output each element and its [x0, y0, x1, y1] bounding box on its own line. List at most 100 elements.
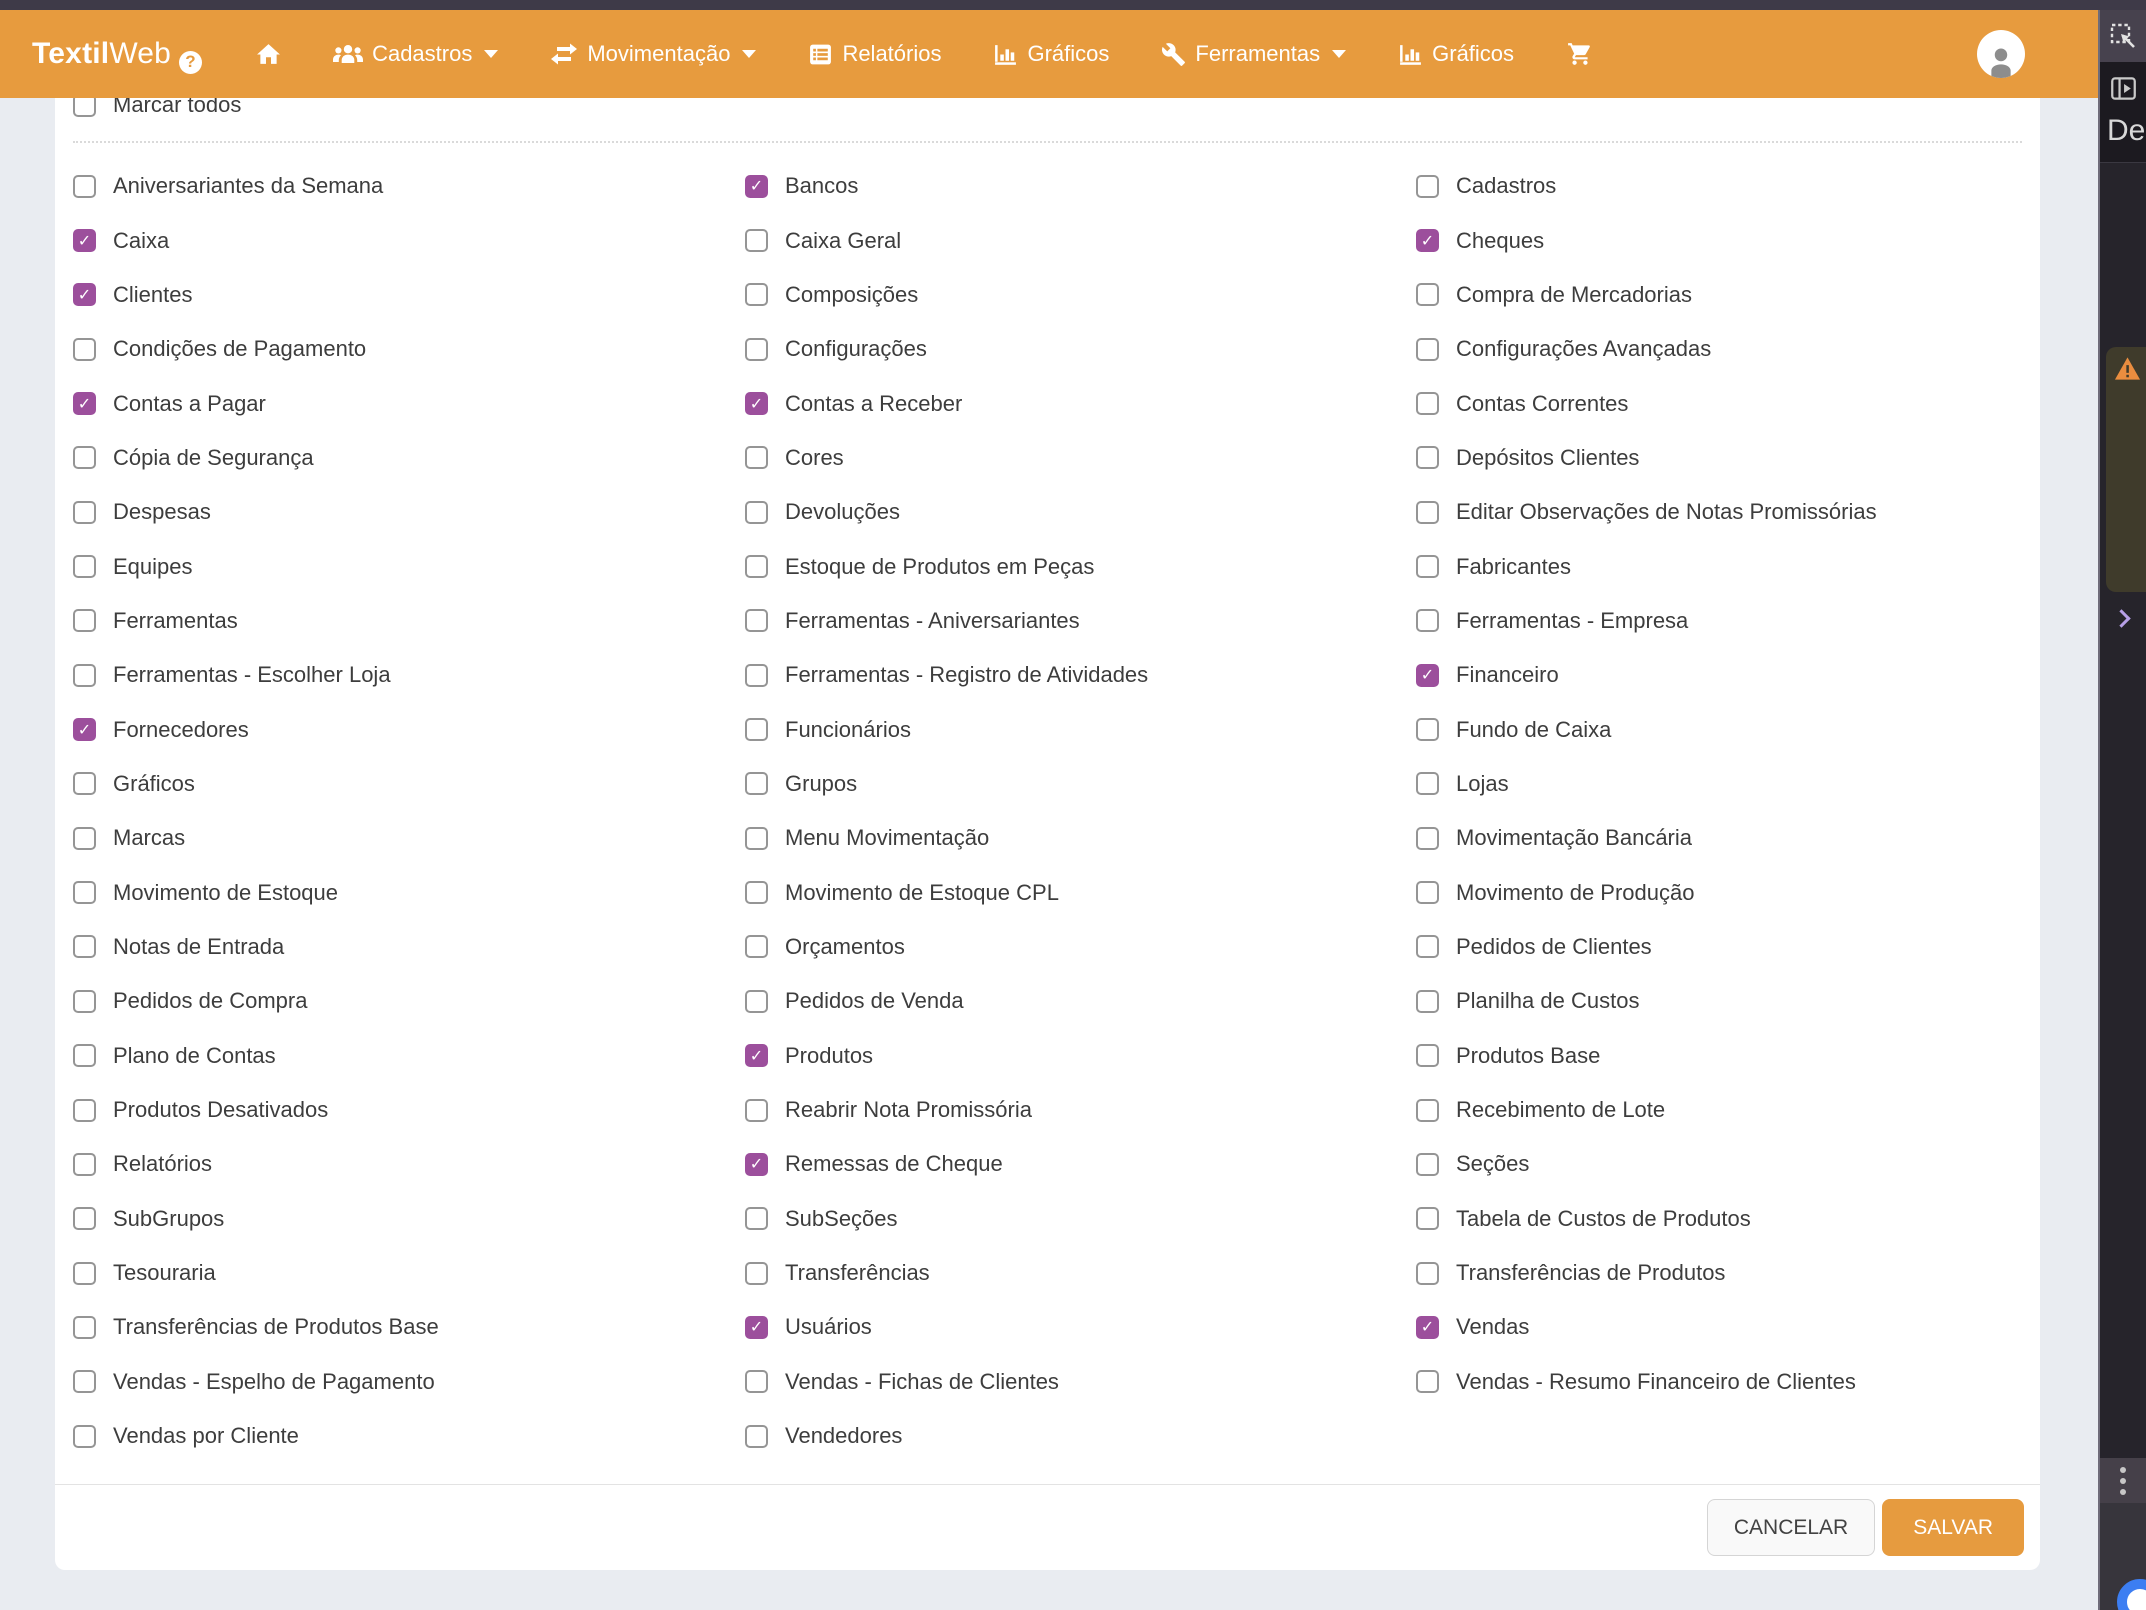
- checkbox-unchecked[interactable]: [745, 664, 768, 687]
- checkbox-item[interactable]: Funcionários: [745, 702, 1416, 756]
- checkbox-item[interactable]: ✓Cheques: [1416, 213, 2036, 267]
- checkbox-unchecked[interactable]: [1416, 609, 1439, 632]
- checkbox-unchecked[interactable]: [1416, 1207, 1439, 1230]
- checkbox-item[interactable]: Pedidos de Clientes: [1416, 920, 2036, 974]
- checkbox-item[interactable]: Configurações Avançadas: [1416, 322, 2036, 376]
- checkbox-item[interactable]: Condições de Pagamento: [73, 322, 745, 376]
- nav-item-cadastros[interactable]: Cadastros: [333, 41, 498, 67]
- checkbox-checked[interactable]: ✓: [745, 392, 768, 415]
- save-button[interactable]: SALVAR: [1882, 1499, 2024, 1556]
- checkbox-unchecked[interactable]: [745, 935, 768, 958]
- checkbox-item[interactable]: SubSeções: [745, 1192, 1416, 1246]
- checkbox-unchecked[interactable]: [1416, 338, 1439, 361]
- checkbox-item[interactable]: Ferramentas - Aniversariantes: [745, 594, 1416, 648]
- checkbox-checked[interactable]: ✓: [745, 1316, 768, 1339]
- checkbox-unchecked[interactable]: [1416, 392, 1439, 415]
- checkbox-checked[interactable]: ✓: [1416, 229, 1439, 252]
- checkbox-item[interactable]: Estoque de Produtos em Peças: [745, 539, 1416, 593]
- checkbox-unchecked[interactable]: [1416, 501, 1439, 524]
- checkbox-item[interactable]: Grupos: [745, 757, 1416, 811]
- checkbox-item[interactable]: ✓Contas a Pagar: [73, 376, 745, 430]
- checkbox-unchecked[interactable]: [73, 1044, 96, 1067]
- checkbox-item[interactable]: Fabricantes: [1416, 539, 2036, 593]
- checkbox-item[interactable]: Tesouraria: [73, 1246, 745, 1300]
- checkbox-item[interactable]: Cópia de Segurança: [73, 431, 745, 485]
- checkbox-item[interactable]: ✓Produtos: [745, 1029, 1416, 1083]
- checkbox-item[interactable]: Despesas: [73, 485, 745, 539]
- checkbox-item[interactable]: Transferências: [745, 1246, 1416, 1300]
- checkbox-unchecked[interactable]: [745, 990, 768, 1013]
- checkbox-checked[interactable]: ✓: [745, 175, 768, 198]
- checkbox-unchecked[interactable]: [73, 555, 96, 578]
- checkbox-item[interactable]: ✓Remessas de Cheque: [745, 1137, 1416, 1191]
- checkbox-unchecked[interactable]: [73, 664, 96, 687]
- checkbox-unchecked[interactable]: [73, 175, 96, 198]
- checkbox-item[interactable]: Produtos Base: [1416, 1029, 2036, 1083]
- browser-logo-icon[interactable]: [2117, 1579, 2146, 1610]
- checkbox-item[interactable]: Cadastros: [1416, 159, 2036, 213]
- checkbox-unchecked[interactable]: [1416, 1153, 1439, 1176]
- checkbox-item[interactable]: Transferências de Produtos: [1416, 1246, 2036, 1300]
- nav-item-cart[interactable]: [1566, 41, 1594, 67]
- checkbox-item[interactable]: ✓Bancos: [745, 159, 1416, 213]
- cancel-button[interactable]: CANCELAR: [1707, 1499, 1875, 1556]
- checkbox-unchecked[interactable]: [73, 1316, 96, 1339]
- checkbox-unchecked[interactable]: [745, 1207, 768, 1230]
- checkbox-checked[interactable]: ✓: [1416, 1316, 1439, 1339]
- checkbox-item[interactable]: Caixa Geral: [745, 213, 1416, 267]
- nav-item-relat-rios[interactable]: Relatórios: [808, 41, 941, 67]
- checkbox-unchecked[interactable]: [73, 1207, 96, 1230]
- checkbox-item[interactable]: ✓Usuários: [745, 1300, 1416, 1354]
- checkbox-item[interactable]: Menu Movimentação: [745, 811, 1416, 865]
- checkbox-item[interactable]: Pedidos de Venda: [745, 974, 1416, 1028]
- checkbox-item[interactable]: Notas de Entrada: [73, 920, 745, 974]
- checkbox-item[interactable]: Ferramentas - Empresa: [1416, 594, 2036, 648]
- checkbox-unchecked[interactable]: [73, 1370, 96, 1393]
- checkbox-checked[interactable]: ✓: [745, 1044, 768, 1067]
- checkbox-unchecked[interactable]: [73, 772, 96, 795]
- nav-item-ferramentas[interactable]: Ferramentas: [1161, 41, 1346, 67]
- checkbox-item[interactable]: Vendas - Resumo Financeiro de Clientes: [1416, 1355, 2036, 1409]
- checkbox-checked[interactable]: ✓: [73, 283, 96, 306]
- checkbox-unchecked[interactable]: [1416, 772, 1439, 795]
- checkbox-unchecked[interactable]: [745, 881, 768, 904]
- checkbox-unchecked[interactable]: [1416, 935, 1439, 958]
- checkbox-unchecked[interactable]: [745, 772, 768, 795]
- checkbox-item[interactable]: Transferências de Produtos Base: [73, 1300, 745, 1354]
- checkbox-unchecked[interactable]: [1416, 1262, 1439, 1285]
- checkbox-item[interactable]: Reabrir Nota Promissória: [745, 1083, 1416, 1137]
- checkbox-unchecked[interactable]: [73, 446, 96, 469]
- nav-item-gr-ficos[interactable]: Gráficos: [993, 41, 1109, 67]
- checkbox-item[interactable]: SubGrupos: [73, 1192, 745, 1246]
- checkbox-item[interactable]: Tabela de Custos de Produtos: [1416, 1192, 2036, 1246]
- checkbox-item[interactable]: Vendedores: [745, 1409, 1416, 1463]
- notification-panel[interactable]: [2106, 347, 2146, 592]
- checkbox-item[interactable]: Produtos Desativados: [73, 1083, 745, 1137]
- checkbox-item[interactable]: Equipes: [73, 539, 745, 593]
- checkbox-unchecked[interactable]: [745, 446, 768, 469]
- checkbox-unchecked[interactable]: [745, 1099, 768, 1122]
- checkbox-item[interactable]: ✓Contas a Receber: [745, 376, 1416, 430]
- checkbox-unchecked[interactable]: [745, 555, 768, 578]
- checkbox-checked[interactable]: ✓: [745, 1153, 768, 1176]
- checkbox-unchecked[interactable]: [745, 501, 768, 524]
- checkbox-item[interactable]: Relatórios: [73, 1137, 745, 1191]
- checkbox-item[interactable]: Recebimento de Lote: [1416, 1083, 2036, 1137]
- checkbox-unchecked[interactable]: [745, 1370, 768, 1393]
- checkbox-item[interactable]: Ferramentas - Escolher Loja: [73, 648, 745, 702]
- checkbox-unchecked[interactable]: [73, 935, 96, 958]
- checkbox-item[interactable]: ✓Clientes: [73, 268, 745, 322]
- checkbox-unchecked[interactable]: [1416, 175, 1439, 198]
- checkbox-unchecked[interactable]: [745, 827, 768, 850]
- checkbox-item[interactable]: Movimento de Estoque CPL: [745, 865, 1416, 919]
- checkbox-unchecked[interactable]: [1416, 446, 1439, 469]
- checkbox-item[interactable]: Composições: [745, 268, 1416, 322]
- nav-item-home[interactable]: [256, 42, 281, 67]
- checkbox-item[interactable]: Ferramentas - Registro de Atividades: [745, 648, 1416, 702]
- checkbox-item[interactable]: Movimento de Estoque: [73, 865, 745, 919]
- checkbox-item[interactable]: Vendas - Espelho de Pagamento: [73, 1355, 745, 1409]
- checkbox-item[interactable]: Configurações: [745, 322, 1416, 376]
- nav-item-movimenta-o[interactable]: Movimentação: [550, 41, 756, 67]
- checkbox-item[interactable]: Vendas - Fichas de Clientes: [745, 1355, 1416, 1409]
- checkbox-item[interactable]: Planilha de Custos: [1416, 974, 2036, 1028]
